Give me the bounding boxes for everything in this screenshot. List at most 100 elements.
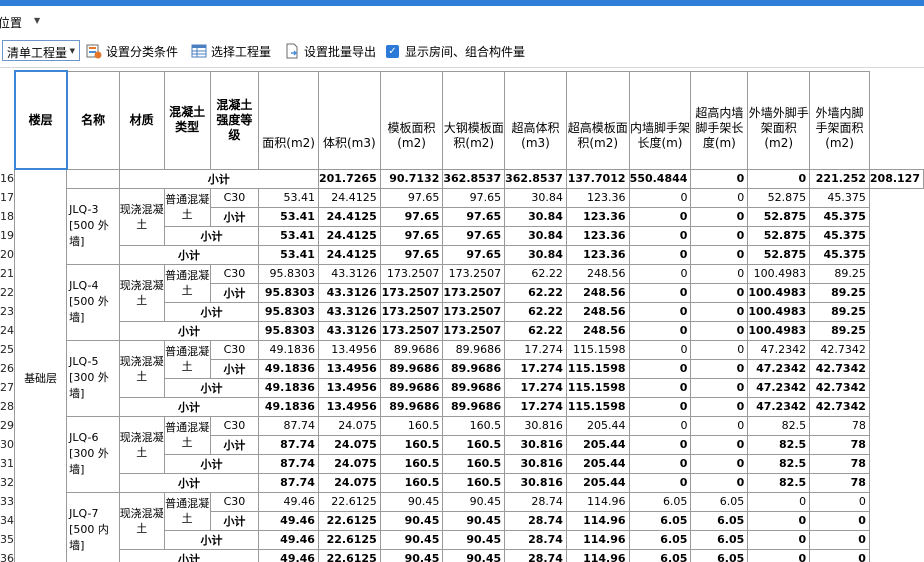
value-cell[interactable]: 0: [809, 491, 870, 512]
value-cell[interactable]: 89.9686: [379, 339, 444, 360]
value-cell[interactable]: 17.274: [504, 377, 567, 398]
value-cell[interactable]: 89.9686: [442, 358, 506, 379]
grade-cell[interactable]: C30: [209, 339, 260, 360]
value-cell[interactable]: 205.44: [565, 453, 630, 474]
value-cell[interactable]: 0: [628, 396, 692, 417]
value-cell[interactable]: 22.6125: [317, 529, 381, 550]
grade-cell[interactable]: C30: [209, 187, 260, 208]
table-row-detail[interactable]: 29 JLQ-6 [300 外墙] 现浇混凝土 普通混凝土 C30 87.74 24.075…: [0, 415, 924, 493]
value-cell[interactable]: 13.4956: [317, 396, 381, 417]
component-name-cell[interactable]: JLQ-5 [300 外墙]: [66, 339, 120, 417]
value-cell[interactable]: 24.4125: [317, 244, 381, 265]
component-name-cell[interactable]: JLQ-3 [500 外墙]: [66, 187, 120, 265]
value-cell[interactable]: 115.1598: [565, 396, 630, 417]
component-name-cell[interactable]: JLQ-4 [500 外墙]: [66, 263, 120, 341]
value-cell[interactable]: 53.41: [258, 206, 319, 227]
value-cell[interactable]: 123.36: [565, 206, 630, 227]
value-cell[interactable]: 42.7342: [809, 396, 870, 417]
column-header-over-volume[interactable]: 超高体积(m3): [504, 70, 567, 170]
value-cell[interactable]: 52.875: [747, 225, 811, 246]
value-cell[interactable]: 28.74: [504, 491, 567, 512]
column-header-formwork-area[interactable]: 模板面积(m2): [379, 70, 444, 170]
value-cell[interactable]: 0: [628, 206, 692, 227]
value-cell[interactable]: 62.22: [504, 263, 567, 284]
value-cell[interactable]: 173.2507: [442, 320, 506, 341]
value-cell[interactable]: 49.1836: [258, 358, 319, 379]
value-cell[interactable]: 13.4956: [317, 377, 381, 398]
value-cell[interactable]: 0: [628, 472, 692, 493]
value-cell[interactable]: 90.7132: [379, 168, 444, 189]
value-cell[interactable]: 22.6125: [317, 548, 381, 562]
value-cell[interactable]: 115.1598: [565, 358, 630, 379]
value-cell[interactable]: 0: [628, 453, 692, 474]
value-cell[interactable]: 0: [690, 358, 749, 379]
value-cell[interactable]: 173.2507: [379, 263, 444, 284]
value-cell[interactable]: 95.8303: [258, 301, 319, 322]
value-cell[interactable]: 97.65: [442, 187, 506, 208]
table-row-subtotal[interactable]: 16 基础层 小计 201.7265 90.7132 362.8537 362.8537 13…: [0, 168, 924, 562]
value-cell[interactable]: 0: [628, 339, 692, 360]
value-cell[interactable]: 6.05: [690, 548, 749, 562]
value-cell[interactable]: 114.96: [565, 491, 630, 512]
value-cell[interactable]: 0: [690, 415, 749, 436]
value-cell[interactable]: 89.9686: [379, 396, 444, 417]
value-cell[interactable]: 0: [628, 187, 692, 208]
material-cell[interactable]: 现浇混凝土: [118, 415, 165, 474]
value-cell[interactable]: 248.56: [565, 301, 630, 322]
value-cell[interactable]: 62.22: [504, 320, 567, 341]
value-cell[interactable]: 47.2342: [747, 339, 811, 360]
value-cell[interactable]: 160.5: [442, 434, 506, 455]
value-cell[interactable]: 100.4983: [747, 301, 811, 322]
value-cell[interactable]: 13.4956: [317, 358, 381, 379]
value-cell[interactable]: 30.816: [504, 434, 567, 455]
value-cell[interactable]: 24.4125: [317, 225, 381, 246]
value-cell[interactable]: 137.7012: [565, 168, 630, 189]
value-cell[interactable]: 49.46: [258, 491, 319, 512]
value-cell[interactable]: 97.65: [442, 206, 506, 227]
value-cell[interactable]: 0: [690, 206, 749, 227]
value-cell[interactable]: 90.45: [379, 510, 444, 531]
value-cell[interactable]: 24.075: [317, 453, 381, 474]
value-cell[interactable]: 0: [628, 225, 692, 246]
value-cell[interactable]: 42.7342: [809, 358, 870, 379]
value-cell[interactable]: 160.5: [379, 453, 444, 474]
value-cell[interactable]: 100.4983: [747, 282, 811, 303]
value-cell[interactable]: 0: [809, 548, 870, 562]
value-cell[interactable]: 45.375: [809, 244, 870, 265]
table-row-detail[interactable]: 33 JLQ-7 [500 内墙] 现浇混凝土 普通混凝土 C30 49.46 22.612…: [0, 491, 924, 562]
value-cell[interactable]: 0: [628, 434, 692, 455]
value-cell[interactable]: 0: [690, 187, 749, 208]
value-cell[interactable]: 0: [628, 320, 692, 341]
value-cell[interactable]: 123.36: [565, 244, 630, 265]
value-cell[interactable]: 97.65: [379, 225, 444, 246]
value-cell[interactable]: 49.1836: [258, 377, 319, 398]
column-header-outer-inner-scaffold[interactable]: 外墙内脚手架面积(m2): [809, 70, 870, 170]
value-cell[interactable]: 87.74: [258, 415, 319, 436]
value-cell[interactable]: 160.5: [379, 472, 444, 493]
value-cell[interactable]: 0: [690, 396, 749, 417]
value-cell[interactable]: 550.4844: [628, 168, 692, 189]
value-cell[interactable]: 47.2342: [747, 396, 811, 417]
value-cell[interactable]: 89.25: [809, 263, 870, 284]
value-cell[interactable]: 43.3126: [317, 320, 381, 341]
value-cell[interactable]: 97.65: [442, 225, 506, 246]
value-cell[interactable]: 205.44: [565, 434, 630, 455]
column-header-grade[interactable]: 混凝土强度等级: [209, 70, 260, 170]
grade-cell[interactable]: C30: [209, 263, 260, 284]
value-cell[interactable]: 0: [747, 529, 811, 550]
value-cell[interactable]: 362.8537: [442, 168, 506, 189]
value-cell[interactable]: 30.84: [504, 225, 567, 246]
value-cell[interactable]: 24.075: [317, 415, 381, 436]
concrete-type-cell[interactable]: 普通混凝土: [163, 263, 211, 303]
concrete-type-cell[interactable]: 普通混凝土: [163, 415, 211, 455]
value-cell[interactable]: 52.875: [747, 206, 811, 227]
value-cell[interactable]: 24.075: [317, 434, 381, 455]
value-cell[interactable]: 6.05: [690, 491, 749, 512]
value-cell[interactable]: 0: [747, 168, 811, 189]
concrete-type-cell[interactable]: 普通混凝土: [163, 491, 211, 531]
value-cell[interactable]: 78: [809, 434, 870, 455]
component-name-cell[interactable]: JLQ-7 [500 内墙]: [66, 491, 120, 562]
value-cell[interactable]: 30.84: [504, 206, 567, 227]
column-header-area[interactable]: 面积(m2): [258, 70, 319, 170]
floor-cell[interactable]: 基础层: [13, 168, 68, 562]
